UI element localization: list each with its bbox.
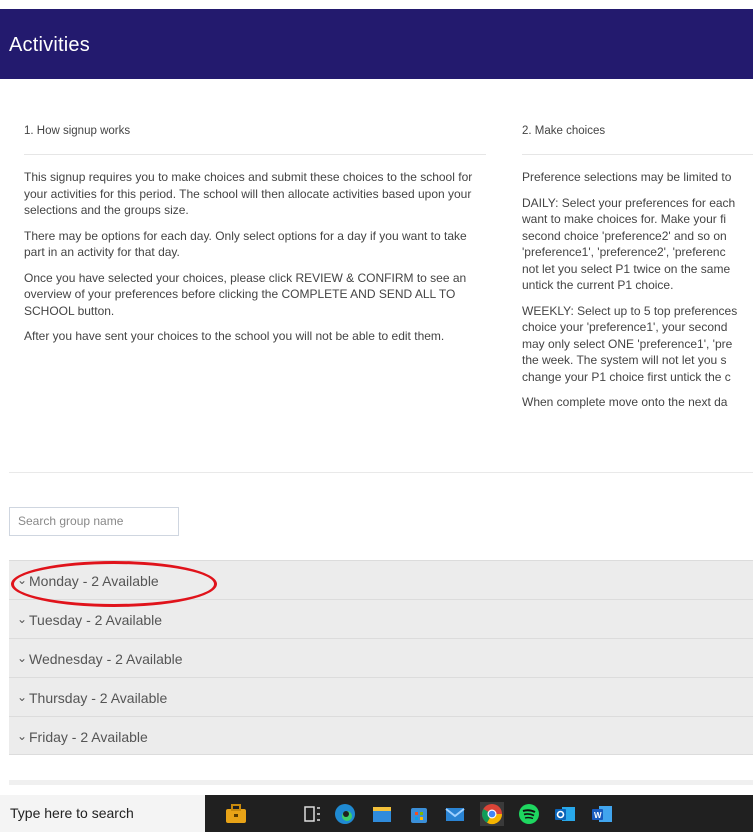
- text-line: 'preference1', 'preference2', 'preferenc: [522, 245, 726, 259]
- briefcase-icon[interactable]: [224, 802, 248, 826]
- outlook-icon[interactable]: [553, 802, 577, 826]
- text-line: WEEKLY: Select up to 5 top preferences: [522, 303, 738, 318]
- mail-icon[interactable]: [443, 802, 467, 826]
- spotify-icon[interactable]: [517, 802, 541, 826]
- word-icon[interactable]: W: [590, 802, 614, 826]
- how-signup-section: 1. How signup works This signup requires…: [24, 118, 486, 354]
- chrome-icon[interactable]: [480, 802, 504, 826]
- task-view-icon[interactable]: [300, 802, 324, 826]
- daily-paragraph: DAILY: Select your preferences for each …: [522, 195, 753, 294]
- chevron-down-icon: ⌄: [17, 651, 28, 665]
- scroll-edge: [9, 780, 753, 785]
- text-line: change your P1 choice first untick the c: [522, 369, 731, 384]
- svg-text:W: W: [594, 811, 602, 820]
- section-heading: 1. How signup works: [24, 125, 131, 137]
- text-line: second choice 'preference2' and so on: [522, 228, 727, 243]
- day-label: Wednesday - 2 Available: [29, 651, 183, 667]
- store-icon[interactable]: [407, 802, 431, 826]
- edge-icon[interactable]: [333, 802, 357, 826]
- red-circle-annotation: [11, 561, 217, 607]
- paragraph: This signup requires you to make choices…: [24, 170, 473, 217]
- chevron-down-icon: ⌄: [17, 612, 28, 626]
- paragraph: There may be options for each day. Only …: [24, 228, 467, 260]
- taskbar-search-box[interactable]: Type here to search: [0, 795, 205, 832]
- divider: [9, 472, 753, 473]
- paragraph: After you have sent your choices to the …: [24, 329, 445, 343]
- app-header: Activities: [0, 9, 753, 79]
- search-input[interactable]: Search group name: [9, 507, 179, 536]
- divider: [24, 154, 486, 155]
- divider: [522, 154, 753, 155]
- file-explorer-icon[interactable]: [370, 802, 394, 826]
- paragraph: When complete move onto the next da: [522, 395, 728, 409]
- taskbar-search-text: Type here to search: [10, 805, 134, 821]
- text-line: want to make choices for. Make your fi: [522, 212, 727, 226]
- make-choices-section: 2. Make choices Preference selections ma…: [522, 118, 753, 420]
- paragraph: Once you have selected your choices, ple…: [24, 270, 467, 318]
- day-row-friday[interactable]: ⌄ Friday - 2 Available: [9, 716, 753, 755]
- page-title: Activities: [9, 34, 90, 56]
- text-line: may only select ONE 'preference1', 'pre: [522, 336, 733, 351]
- windows-taskbar: Type here to search W: [0, 795, 753, 832]
- day-row-thursday[interactable]: ⌄ Thursday - 2 Available: [9, 677, 753, 716]
- day-label: Thursday - 2 Available: [29, 690, 168, 706]
- chevron-down-icon: ⌄: [17, 729, 28, 743]
- paragraph: Preference selections may be limited to: [522, 170, 732, 184]
- section-heading: 2. Make choices: [522, 125, 606, 137]
- day-label: Friday - 2 Available: [29, 729, 148, 745]
- text-line: untick the current P1 choice.: [522, 278, 674, 292]
- weekly-paragraph: WEEKLY: Select up to 5 top preferences c…: [522, 303, 753, 386]
- text-line: DAILY: Select your preferences for each: [522, 195, 736, 210]
- text-line: choice your 'preference1', your second: [522, 320, 728, 334]
- text-line: the week. The system will not let you s: [522, 353, 727, 367]
- chevron-down-icon: ⌄: [17, 690, 28, 704]
- day-row-wednesday[interactable]: ⌄ Wednesday - 2 Available: [9, 638, 753, 677]
- day-label: Tuesday - 2 Available: [29, 612, 163, 628]
- text-line: not let you select P1 twice on the same: [522, 261, 731, 276]
